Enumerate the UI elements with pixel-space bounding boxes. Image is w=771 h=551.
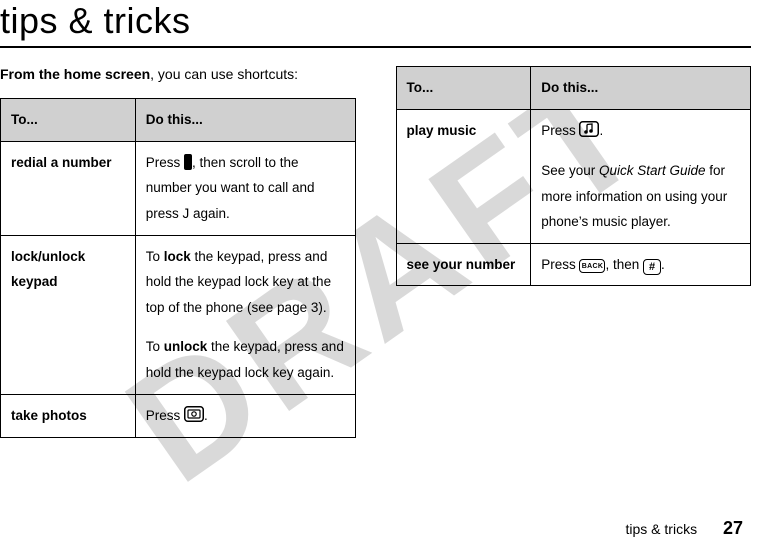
table-cell-to: play music (396, 109, 531, 243)
page-title: tips & tricks (0, 0, 751, 48)
table-cell-dothis: Press .See your Quick Start Guide for mo… (531, 109, 751, 243)
table-row: redial a numberPress , then scroll to th… (1, 141, 356, 235)
table-cell-dothis: Press BACK, then #. (531, 243, 751, 286)
bold-text: unlock (164, 339, 208, 354)
table-row: play musicPress .See your Quick Start Gu… (396, 109, 751, 243)
table-cell-dothis: To lock the keypad, press and hold the k… (135, 235, 355, 394)
intro-bold: From the home screen (0, 66, 150, 82)
page-footer: tips & tricks 27 (626, 518, 744, 539)
th-to: To... (1, 99, 136, 142)
right-tbody: play musicPress .See your Quick Start Gu… (396, 109, 751, 286)
left-column: From the home screen, you can use shortc… (0, 66, 356, 438)
nav-key-icon (184, 154, 192, 170)
table-row: take photosPress . (1, 394, 356, 437)
right-column: To... Do this... play musicPress .See yo… (396, 66, 752, 438)
table-cell-to: redial a number (1, 141, 136, 235)
th-dothis: Do this... (531, 67, 751, 110)
table-row: see your numberPress BACK, then #. (396, 243, 751, 286)
table-cell-dothis: Press . (135, 394, 355, 437)
intro-rest: , you can use shortcuts: (150, 66, 298, 82)
intro-text: From the home screen, you can use shortc… (0, 66, 356, 82)
shortcuts-table-left: To... Do this... redial a numberPress , … (0, 98, 356, 438)
back-key-icon: BACK (579, 259, 605, 273)
page-number: 27 (723, 518, 743, 538)
table-cell-dothis: Press , then scroll to the number you wa… (135, 141, 355, 235)
italic-text: Quick Start Guide (599, 163, 706, 178)
table-cell-to: take photos (1, 394, 136, 437)
th-to: To... (396, 67, 531, 110)
music-key-icon (579, 120, 599, 146)
page-content: tips & tricks From the home screen, you … (0, 0, 771, 438)
shortcuts-table-right: To... Do this... play musicPress .See yo… (396, 66, 752, 286)
bold-text: lock (164, 249, 191, 264)
camera-key-icon (184, 405, 204, 431)
content-columns: From the home screen, you can use shortc… (0, 66, 751, 438)
table-cell-to: lock/unlock keypad (1, 235, 136, 394)
table-row: lock/unlock keypadTo lock the keypad, pr… (1, 235, 356, 394)
th-dothis: Do this... (135, 99, 355, 142)
table-cell-to: see your number (396, 243, 531, 286)
hash-key-icon: # (643, 259, 661, 275)
left-tbody: redial a numberPress , then scroll to th… (1, 141, 356, 437)
footer-label: tips & tricks (626, 521, 698, 537)
